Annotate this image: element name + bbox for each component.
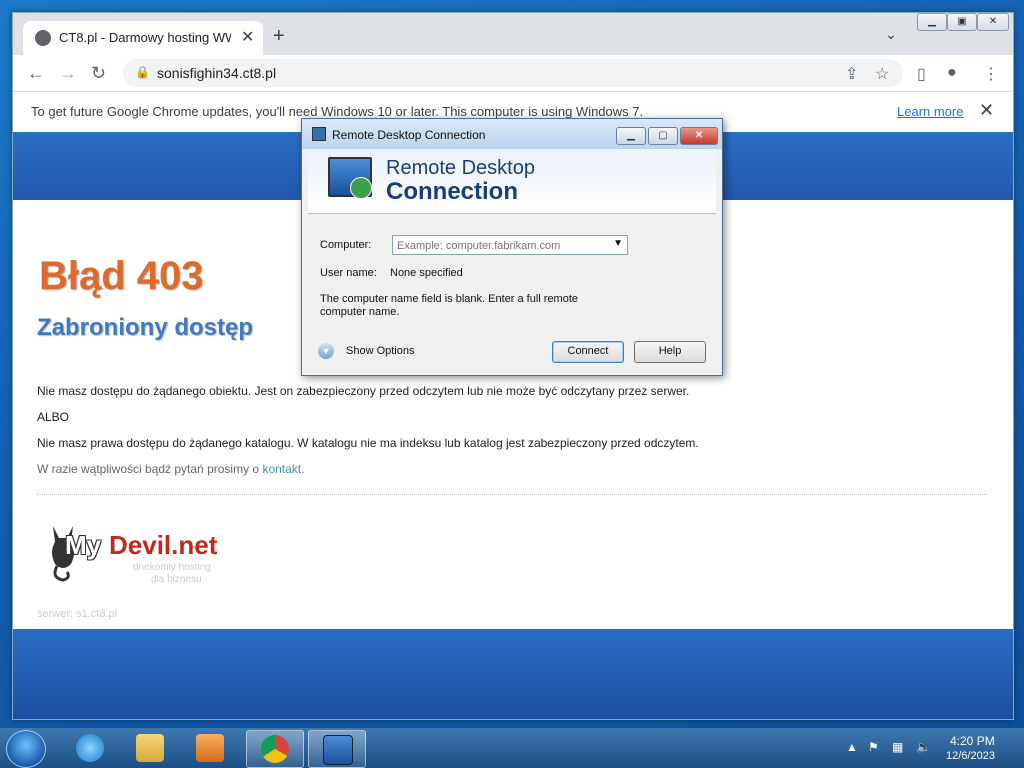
clock-date[interactable]: 12/6/2023 [946, 750, 995, 762]
error-subtitle: Zabroniony dostęp [37, 314, 253, 341]
taskbar-file-explorer[interactable] [122, 730, 178, 766]
error-title: Błąd 403 [39, 254, 204, 298]
page-footer-band [13, 629, 1013, 719]
share-icon[interactable]: ⇪ [845, 64, 858, 84]
paragraph-3: Nie masz prawa dostępu do żądanego katal… [37, 436, 699, 450]
new-tab-button[interactable]: + [273, 25, 285, 48]
taskbar: ▲ ⚑ ▦ 🔈 4:20 PM 12/6/2023 [0, 728, 1024, 768]
computer-combobox[interactable]: ▼ [392, 235, 628, 255]
learn-more-link[interactable]: Learn more [897, 104, 963, 119]
rdc-dialog: Remote Desktop Connection ▁ ▢ ✕ Remote D… [301, 118, 723, 376]
help-button[interactable]: Help [634, 341, 706, 363]
volume-muted-icon[interactable]: 🔈 [916, 740, 931, 754]
back-arrow-icon[interactable]: ← [27, 63, 45, 84]
close-tab-icon[interactable]: ✕ [241, 27, 254, 47]
rdc-banner: Remote Desktop Connection [308, 149, 716, 214]
kebab-menu-icon[interactable]: ⋮ [983, 64, 999, 84]
rdc-app-icon [312, 127, 326, 141]
network-icon[interactable]: ▦ [892, 740, 903, 754]
remote-desktop-icon [323, 735, 353, 765]
username-label: User name: [320, 267, 377, 279]
close-icon[interactable]: ✕ [979, 100, 994, 121]
reload-icon[interactable]: ↻ [91, 63, 106, 84]
infobar-message: To get future Google Chrome updates, you… [31, 104, 644, 119]
browser-toolbar: ← → ↻ 🔒 sonisfighin34.ct8.pl ⇪ ☆ ▯ ● ⋮ [13, 55, 1013, 91]
url-text[interactable]: sonisfighin34.ct8.pl [157, 65, 276, 81]
expand-options-icon[interactable]: ▼ [318, 343, 334, 359]
rdc-heading-line2: Connection [386, 178, 518, 205]
mydevil-logo[interactable]: My Devil.net dnekomly hosting dla biznes… [43, 520, 243, 590]
globe-icon [35, 30, 51, 46]
taskbar-media-player[interactable] [182, 730, 238, 766]
lock-icon: 🔒 [135, 65, 150, 79]
contact-link[interactable]: kontakt [262, 462, 301, 476]
side-panel-icon[interactable]: ▯ [917, 64, 926, 84]
rdc-heading-line1: Remote Desktop [386, 157, 535, 179]
tab-ct8[interactable]: CT8.pl - Darmowy hosting WWW ✕ [23, 21, 263, 55]
folder-icon [136, 734, 164, 762]
close-window-button[interactable]: ✕ [977, 13, 1009, 31]
rdc-minimize-button[interactable]: ▁ [616, 127, 646, 145]
show-options-button[interactable]: Show Options [346, 345, 414, 357]
logo-tagline-1: dnekomly hosting [133, 562, 211, 573]
taskbar-chrome[interactable] [246, 730, 304, 768]
chrome-icon [261, 735, 289, 763]
tab-title: CT8.pl - Darmowy hosting WWW [59, 30, 231, 45]
taskbar-remote-desktop[interactable] [308, 730, 366, 768]
p4-suffix: . [301, 462, 305, 476]
rdc-body: Computer: ▼ User name: None specified Th… [308, 215, 716, 369]
divider [37, 494, 987, 495]
start-button[interactable] [6, 730, 46, 768]
server-info: serwer: s1.ct8.pl [37, 608, 118, 620]
rdc-maximize-button[interactable]: ▢ [648, 127, 678, 145]
show-hidden-icons-icon[interactable]: ▲ [846, 740, 858, 754]
tab-strip: CT8.pl - Darmowy hosting WWW ✕ + ⌄ ▁ ▣ ✕ [13, 13, 1013, 55]
logo-devil: Devil.net [109, 530, 218, 560]
paragraph-2: ALBO [37, 410, 70, 424]
maximize-button[interactable]: ▣ [947, 13, 977, 31]
dropdown-arrow-icon[interactable]: ▼ [613, 238, 623, 249]
p4-prefix: W razie wątpliwości bądź pytań prosimy o [37, 462, 260, 476]
taskbar-internet-explorer[interactable] [62, 730, 118, 766]
username-value: None specified [390, 267, 463, 279]
media-player-icon [196, 734, 224, 762]
paragraph-4: W razie wątpliwości bądź pytań prosimy o… [37, 462, 304, 476]
internet-explorer-icon [76, 734, 104, 762]
bookmark-star-icon[interactable]: ☆ [875, 64, 889, 84]
connection-arrows-icon [350, 177, 372, 199]
clock-time[interactable]: 4:20 PM [950, 734, 995, 748]
rdc-titlebar[interactable]: Remote Desktop Connection ▁ ▢ ✕ [302, 119, 722, 149]
forward-arrow-icon[interactable]: → [59, 63, 77, 84]
rdc-window-title: Remote Desktop Connection [332, 128, 486, 142]
paragraph-1: Nie masz dostępu do żądanego obiektu. Je… [37, 384, 690, 398]
computer-label: Computer: [320, 239, 372, 251]
address-bar[interactable]: 🔒 sonisfighin34.ct8.pl ⇪ ☆ [123, 59, 903, 87]
blank-name-notice: The computer name field is blank. Enter … [320, 293, 579, 318]
chevron-down-icon[interactable]: ⌄ [885, 26, 897, 43]
profile-avatar-icon[interactable]: ● [947, 64, 957, 82]
connect-button[interactable]: Connect [552, 341, 624, 363]
logo-my: My [65, 530, 102, 560]
computer-input[interactable] [393, 238, 611, 254]
minimize-button[interactable]: ▁ [917, 13, 947, 31]
action-center-icon[interactable]: ⚑ [868, 740, 879, 754]
logo-tagline-2: dla biznesu [151, 574, 202, 585]
rdc-close-button[interactable]: ✕ [680, 127, 718, 145]
